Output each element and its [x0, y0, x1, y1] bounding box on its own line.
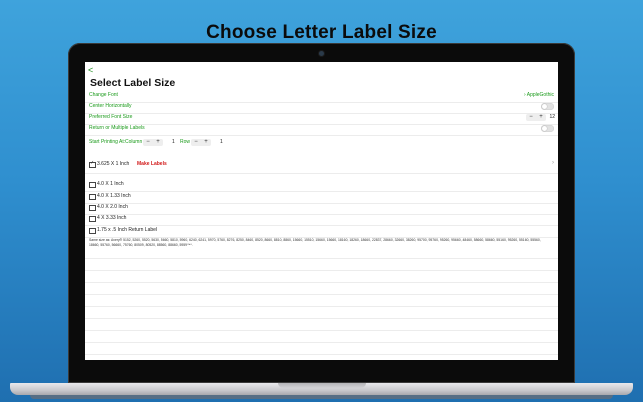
- font-name: AppleGothic: [526, 92, 554, 98]
- divider: [85, 318, 558, 319]
- divider: [85, 294, 558, 295]
- divider: [85, 354, 558, 355]
- center-horizontally-toggle[interactable]: [541, 103, 554, 110]
- size-option-row[interactable]: 1.75 x .5 Inch Return Label: [85, 226, 558, 238]
- promo-headline: Choose Letter Label Size: [206, 22, 437, 43]
- checkbox-icon[interactable]: [89, 216, 96, 222]
- size-option-label: 4.0 X 1.33 Inch: [97, 193, 131, 199]
- chevron-right-icon: ›: [552, 160, 554, 166]
- size-option-row[interactable]: 4 X 3.33 Inch: [85, 214, 558, 226]
- divider: [85, 306, 558, 307]
- row-plus-button[interactable]: +: [201, 139, 211, 146]
- center-horizontally-label: Center Horizontally: [89, 103, 132, 109]
- checkbox-icon[interactable]: [89, 205, 96, 211]
- size-option-label: 1.75 x .5 Inch Return Label: [97, 227, 158, 233]
- column-value: 1: [172, 139, 175, 145]
- divider: [85, 330, 558, 331]
- chevron-right-icon: ›: [523, 92, 526, 98]
- divider: [85, 342, 558, 343]
- checkbox-icon[interactable]: [89, 228, 96, 234]
- start-printing-label: Start Printing At:: [89, 139, 126, 145]
- preferred-font-size-label: Preferred Font Size: [89, 114, 133, 120]
- checkbox-checked-icon[interactable]: [89, 160, 96, 168]
- camera-icon: [319, 51, 324, 56]
- plus-button[interactable]: +: [536, 114, 546, 121]
- laptop-notch: [278, 383, 366, 388]
- row-label: Row: [180, 139, 191, 145]
- divider: [85, 270, 558, 271]
- start-printing-row: Start Printing At: Column − + 1 Row − + …: [85, 138, 558, 149]
- return-multiple-label: Return or Multiple Labels: [89, 125, 145, 131]
- column-plus-button[interactable]: +: [153, 139, 163, 146]
- size-option-row[interactable]: 4.0 X 1 Inch: [85, 180, 558, 192]
- return-multiple-toggle[interactable]: [541, 125, 554, 132]
- laptop-shadow: [30, 395, 613, 399]
- size-option-label: 4.0 X 2.0 Inch: [97, 204, 128, 210]
- checkbox-icon[interactable]: [89, 194, 96, 200]
- app-screen: < Select Label Size Change Font › AppleG…: [85, 62, 558, 360]
- row-value: 1: [220, 139, 223, 145]
- size-option-label: 4 X 3.33 Inch: [97, 215, 127, 221]
- divider: [85, 282, 558, 283]
- return-multiple-row: Return or Multiple Labels: [85, 124, 558, 136]
- size-option-label: 4.0 X 1 Inch: [97, 181, 124, 187]
- size-option-label: 3.625 X 1 Inch: [97, 161, 130, 167]
- font-size-value: 12: [549, 114, 555, 120]
- column-label: Column: [125, 139, 143, 145]
- font-size-stepper[interactable]: − +: [526, 114, 546, 121]
- divider: [85, 258, 558, 259]
- font-value[interactable]: › AppleGothic: [524, 92, 554, 98]
- row-stepper[interactable]: − +: [191, 139, 211, 146]
- column-stepper[interactable]: − +: [143, 139, 163, 146]
- page-title: Select Label Size: [90, 77, 176, 89]
- compatible-sizes-note: Same size as: Avery® 5152, 5260, 5520, 5…: [89, 238, 541, 247]
- back-chevron-icon[interactable]: <: [88, 65, 93, 75]
- size-option-row[interactable]: 3.625 X 1 Inch Make Labels ›: [85, 160, 558, 174]
- checkbox-icon[interactable]: [89, 182, 96, 188]
- make-labels-button[interactable]: Make Labels: [137, 161, 167, 167]
- column-minus-button[interactable]: −: [143, 139, 153, 146]
- change-font-label: Change Font: [89, 92, 118, 98]
- row-minus-button[interactable]: −: [191, 139, 201, 146]
- minus-button[interactable]: −: [526, 114, 536, 121]
